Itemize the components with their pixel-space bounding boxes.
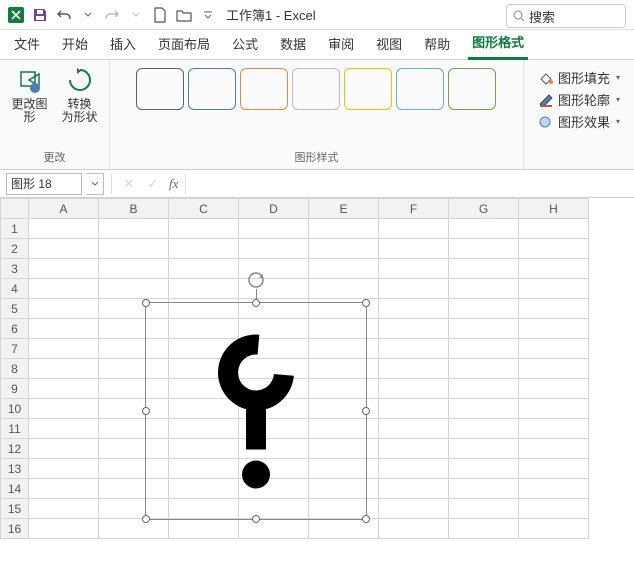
selected-shape[interactable] [145,302,367,520]
ribbon: 更改图 形 转换 为形状 更改 图形样式 图形填充▾ [0,60,634,170]
row-header[interactable]: 7 [1,339,29,359]
resize-handle[interactable] [362,407,370,415]
qat-more-icon[interactable] [197,4,219,26]
row-header[interactable]: 16 [1,519,29,539]
resize-handle[interactable] [362,299,370,307]
col-header[interactable]: B [99,199,169,219]
shape-style-3[interactable] [240,68,288,110]
name-box[interactable]: 图形 18 [6,173,82,195]
row-header[interactable]: 9 [1,379,29,399]
col-header[interactable]: G [449,199,519,219]
resize-handle[interactable] [142,299,150,307]
fx-label[interactable]: fx [169,176,178,192]
convert-shape-icon [65,66,95,96]
effects-icon [538,115,554,129]
row-header[interactable]: 12 [1,439,29,459]
shape-effects-button[interactable]: 图形效果▾ [538,112,620,131]
name-box-dropdown[interactable] [86,173,104,195]
row-header[interactable]: 6 [1,319,29,339]
resize-handle[interactable] [142,515,150,523]
shape-style-7[interactable] [448,68,496,110]
open-file-icon[interactable] [173,4,195,26]
group-edit-label: 更改 [44,149,66,167]
resize-handle[interactable] [362,515,370,523]
shape-style-4[interactable] [292,68,340,110]
tab-help[interactable]: 帮助 [420,30,454,59]
col-header[interactable]: E [309,199,379,219]
undo-dropdown-icon[interactable] [77,4,99,26]
row-header[interactable]: 13 [1,459,29,479]
tab-shape-format[interactable]: 图形格式 [468,28,528,60]
question-mark-shape[interactable] [206,325,306,498]
redo-icon[interactable] [101,4,123,26]
row-header[interactable]: 8 [1,359,29,379]
edit-shape-button[interactable]: 更改图 形 [8,64,52,126]
row-header[interactable]: 5 [1,299,29,319]
group-styles-label: 图形样式 [110,149,523,167]
shape-style-5[interactable] [344,68,392,110]
resize-handle[interactable] [252,299,260,307]
tab-formula[interactable]: 公式 [228,30,262,59]
new-file-icon[interactable] [149,4,171,26]
cancel-formula-icon[interactable]: ✕ [119,174,139,194]
search-placeholder: 搜索 [529,7,555,26]
accept-formula-icon[interactable]: ✓ [143,174,163,194]
rotate-connector [256,289,257,299]
excel-app-icon [5,4,27,26]
row-header[interactable]: 14 [1,479,29,499]
convert-shape-button[interactable]: 转换 为形状 [58,64,102,126]
shape-styles-gallery[interactable] [110,64,523,114]
shape-fill-button[interactable]: 图形填充▾ [538,68,620,87]
undo-icon[interactable] [53,4,75,26]
tab-insert[interactable]: 插入 [106,30,140,59]
row-header[interactable]: 11 [1,419,29,439]
row-header[interactable]: 2 [1,239,29,259]
row-header[interactable]: 10 [1,399,29,419]
col-header[interactable]: C [169,199,239,219]
formula-bar: 图形 18 ✕ ✓ fx [0,170,634,198]
tab-view[interactable]: 视图 [372,30,406,59]
title-bar: 工作簿1 - Excel 搜索 [0,0,634,30]
col-header[interactable]: A [29,199,99,219]
col-header[interactable]: D [239,199,309,219]
ribbon-tabs: 文件 开始 插入 页面布局 公式 数据 审阅 视图 帮助 图形格式 [0,30,634,60]
shape-style-2[interactable] [188,68,236,110]
fill-icon [538,71,554,85]
col-header[interactable]: F [379,199,449,219]
row-header[interactable]: 15 [1,499,29,519]
window-title: 工作簿1 - Excel [226,5,316,24]
resize-handle[interactable] [252,515,260,523]
row-header[interactable]: 1 [1,219,29,239]
rotate-handle[interactable] [247,271,265,289]
tab-layout[interactable]: 页面布局 [154,30,214,59]
shape-outline-button[interactable]: 图形轮廓▾ [538,90,620,109]
edit-shape-icon [15,66,45,96]
select-all-corner[interactable] [1,199,29,219]
resize-handle[interactable] [142,407,150,415]
shape-style-1[interactable] [136,68,184,110]
col-header[interactable]: H [519,199,589,219]
tab-home[interactable]: 开始 [58,30,92,59]
tab-data[interactable]: 数据 [276,30,310,59]
row-header[interactable]: 3 [1,259,29,279]
search-icon [513,10,525,22]
tab-file[interactable]: 文件 [10,30,44,59]
outline-icon [538,93,554,107]
redo-dropdown-icon[interactable] [125,4,147,26]
row-header[interactable]: 4 [1,279,29,299]
search-input[interactable]: 搜索 [506,4,626,28]
shape-style-6[interactable] [396,68,444,110]
save-icon[interactable] [29,4,51,26]
tab-review[interactable]: 审阅 [324,30,358,59]
